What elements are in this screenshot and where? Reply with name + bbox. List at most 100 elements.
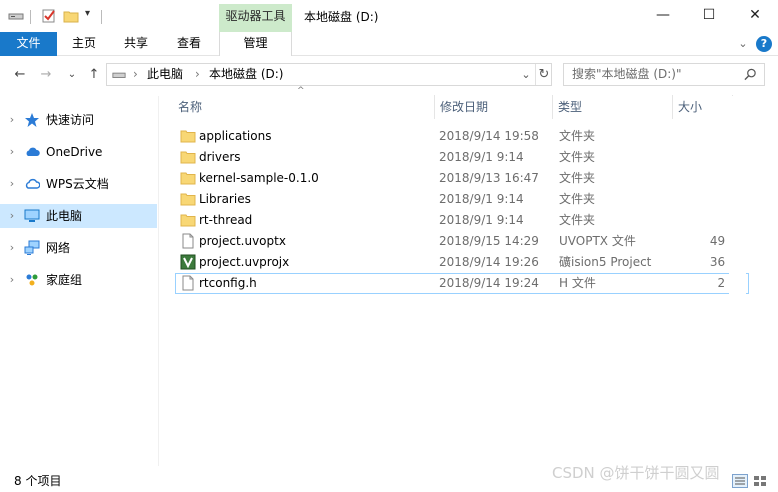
file-row[interactable]: project.uvprojx 2018/9/14 19:26 礦ision5 … bbox=[175, 252, 749, 273]
file-name: Libraries bbox=[199, 192, 251, 206]
homegroup-icon bbox=[26, 274, 38, 286]
file-icon bbox=[182, 233, 194, 249]
up-button[interactable]: ↑ bbox=[84, 64, 104, 86]
recent-locations-button[interactable]: ⌄ bbox=[62, 64, 82, 86]
file-name: kernel-sample-0.1.0 bbox=[199, 171, 319, 185]
new-folder-icon[interactable] bbox=[63, 8, 79, 24]
breadcrumb-separator[interactable]: › bbox=[133, 64, 138, 85]
address-dropdown-button[interactable]: ⌄ bbox=[517, 64, 535, 85]
expand-chevron-icon[interactable]: › bbox=[6, 140, 18, 164]
file-date: 2018/9/14 19:24 bbox=[439, 276, 539, 290]
file-row[interactable]: project.uvoptx 2018/9/15 14:29 UVOPTX 文件… bbox=[175, 231, 749, 252]
file-name: project.uvoptx bbox=[199, 234, 286, 248]
folder-icon bbox=[180, 172, 196, 185]
expand-ribbon-button[interactable]: ⌄ bbox=[734, 36, 752, 52]
quick-access-separator bbox=[30, 10, 31, 24]
nav-item-wps-cloud[interactable]: › WPS云文档 bbox=[0, 172, 157, 196]
refresh-button[interactable]: ↻ bbox=[535, 64, 553, 85]
address-bar[interactable]: › 此电脑 › 本地磁盘 (D:) ⌄ ↻ bbox=[106, 63, 552, 86]
expand-chevron-icon[interactable]: › bbox=[6, 172, 18, 196]
breadcrumb-local-disk[interactable]: 本地磁盘 (D:) bbox=[209, 64, 283, 85]
file-date: 2018/9/1 9:14 bbox=[439, 150, 524, 164]
large-icons-view-icon[interactable] bbox=[752, 474, 768, 488]
file-row[interactable]: Libraries 2018/9/1 9:14 文件夹 bbox=[175, 189, 749, 210]
tab-manage[interactable]: 管理 bbox=[219, 32, 292, 56]
computer-icon bbox=[24, 209, 40, 222]
maximize-button[interactable]: ☐ bbox=[686, 0, 732, 30]
nav-label: WPS云文档 bbox=[46, 177, 109, 191]
item-count: 8 个项目 bbox=[14, 474, 62, 488]
file-row[interactable]: rt-thread 2018/9/1 9:14 文件夹 bbox=[175, 210, 749, 231]
pane-divider[interactable] bbox=[158, 96, 159, 466]
file-type: 文件夹 bbox=[559, 192, 596, 206]
folder-icon bbox=[180, 130, 196, 143]
drive-icon bbox=[8, 13, 24, 20]
tab-view[interactable]: 查看 bbox=[166, 32, 212, 56]
minimize-button[interactable]: — bbox=[640, 0, 686, 30]
tab-file[interactable]: 文件 bbox=[0, 32, 57, 56]
vertical-scrollbar[interactable] bbox=[729, 96, 746, 466]
nav-item-homegroup[interactable]: › 家庭组 bbox=[0, 268, 157, 292]
file-type: 文件夹 bbox=[559, 150, 596, 164]
file-type: 文件夹 bbox=[559, 171, 596, 185]
keil-project-icon bbox=[180, 254, 196, 270]
file-row[interactable]: rtconfig.h 2018/9/14 19:24 H 文件 2 KB bbox=[175, 273, 749, 294]
nav-item-onedrive[interactable]: › OneDrive bbox=[0, 140, 157, 164]
tab-home[interactable]: 主页 bbox=[62, 32, 106, 56]
file-type: H 文件 bbox=[559, 276, 596, 290]
file-type: UVOPTX 文件 bbox=[559, 234, 636, 248]
nav-item-network[interactable]: › 网络 bbox=[0, 236, 157, 260]
file-row[interactable]: drivers 2018/9/1 9:14 文件夹 bbox=[175, 147, 749, 168]
file-icon bbox=[182, 275, 194, 291]
expand-chevron-icon[interactable]: › bbox=[6, 204, 18, 228]
nav-label: 快速访问 bbox=[46, 113, 95, 127]
drive-icon bbox=[112, 72, 126, 78]
file-date: 2018/9/15 14:29 bbox=[439, 234, 539, 248]
properties-icon[interactable] bbox=[41, 8, 57, 24]
column-header-date[interactable]: 修改日期 bbox=[434, 95, 552, 119]
folder-icon bbox=[180, 151, 196, 164]
cloud-outline-icon bbox=[25, 178, 40, 189]
file-date: 2018/9/1 9:14 bbox=[439, 213, 524, 227]
window-title: 本地磁盘 (D:) bbox=[304, 10, 379, 24]
nav-item-this-pc[interactable]: › 此电脑 bbox=[0, 204, 157, 228]
file-date: 2018/9/14 19:26 bbox=[439, 255, 539, 269]
file-date: 2018/9/14 19:58 bbox=[439, 129, 539, 143]
folder-icon bbox=[180, 193, 196, 206]
nav-item-quick-access[interactable]: › 快速访问 bbox=[0, 108, 157, 132]
file-date: 2018/9/13 16:47 bbox=[439, 171, 539, 185]
file-name: rtconfig.h bbox=[199, 276, 257, 290]
tab-share[interactable]: 共享 bbox=[114, 32, 158, 56]
watermark: CSDN @饼干饼干圆又圆 bbox=[552, 464, 720, 482]
title-bar: ▾ 驱动器工具 本地磁盘 (D:) — ☐ ✕ bbox=[0, 0, 778, 32]
expand-chevron-icon[interactable]: › bbox=[6, 108, 18, 132]
nav-label: OneDrive bbox=[46, 145, 103, 159]
column-header-name[interactable]: 名称 bbox=[172, 95, 434, 119]
column-header-type[interactable]: 类型 bbox=[552, 95, 672, 119]
back-button[interactable]: ← bbox=[10, 64, 30, 86]
customize-quick-access-icon[interactable]: ▾ bbox=[85, 8, 90, 19]
folder-icon bbox=[180, 214, 196, 227]
file-name: drivers bbox=[199, 150, 241, 164]
expand-chevron-icon[interactable]: › bbox=[6, 236, 18, 260]
quick-access-separator bbox=[101, 10, 102, 24]
star-icon bbox=[25, 113, 39, 127]
file-row[interactable]: kernel-sample-0.1.0 2018/9/13 16:47 文件夹 bbox=[175, 168, 749, 189]
breadcrumb-this-pc[interactable]: 此电脑 bbox=[147, 64, 183, 85]
details-view-icon[interactable] bbox=[732, 474, 748, 488]
forward-button[interactable]: → bbox=[36, 64, 56, 86]
drive-tools-tab-header: 驱动器工具 bbox=[219, 4, 292, 32]
search-input[interactable]: 搜索"本地磁盘 (D:)" bbox=[572, 64, 682, 85]
expand-chevron-icon[interactable]: › bbox=[6, 268, 18, 292]
close-button[interactable]: ✕ bbox=[732, 0, 778, 30]
file-row[interactable]: applications 2018/9/14 19:58 文件夹 bbox=[175, 126, 749, 147]
column-header-size[interactable]: 大小 bbox=[672, 95, 732, 119]
breadcrumb-separator[interactable]: › bbox=[195, 64, 200, 85]
search-box[interactable]: 搜索"本地磁盘 (D:)" bbox=[563, 63, 765, 86]
search-icon[interactable] bbox=[744, 68, 757, 81]
nav-label: 家庭组 bbox=[46, 273, 83, 287]
help-button[interactable]: ? bbox=[756, 36, 772, 52]
network-icon bbox=[24, 240, 40, 255]
file-type: 文件夹 bbox=[559, 213, 596, 227]
nav-label: 网络 bbox=[46, 241, 71, 255]
